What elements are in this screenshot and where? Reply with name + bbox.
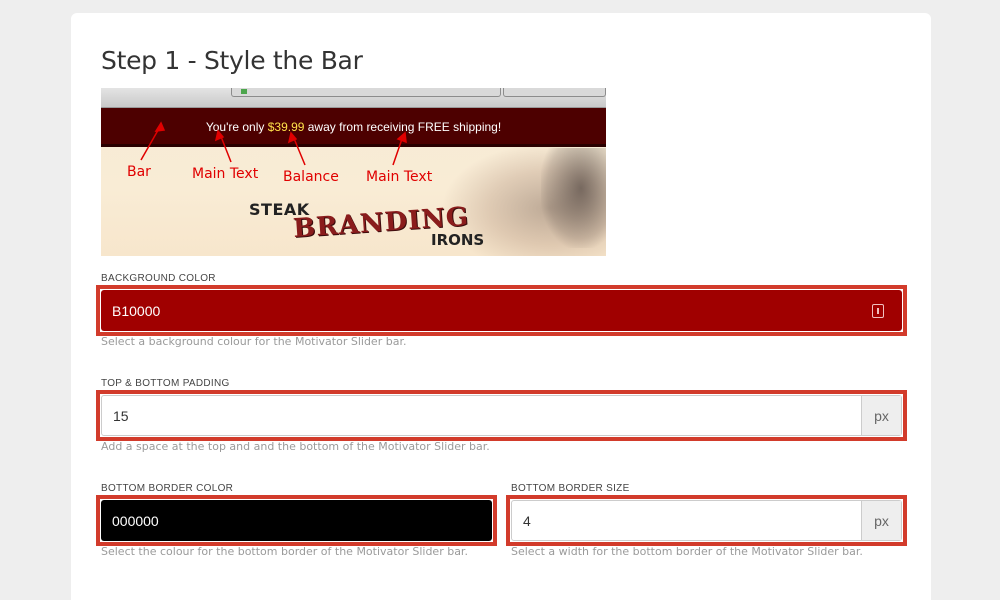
border-size-label: BOTTOM BORDER SIZE: [511, 483, 630, 494]
page-title: Step 1 - Style the Bar: [101, 46, 363, 75]
background-color-help: Select a background colour for the Motiv…: [101, 335, 407, 348]
preview-image: You're only $39.99 away from receiving F…: [101, 88, 606, 256]
border-size-unit: px: [861, 501, 901, 540]
logo-irons: IRONS: [431, 231, 485, 249]
border-color-input[interactable]: 000000: [101, 500, 492, 541]
color-picker-icon[interactable]: [872, 303, 884, 318]
annotation-bar: Bar: [127, 164, 151, 180]
padding-input[interactable]: 15 px: [101, 395, 902, 436]
annotation-main-text-2: Main Text: [366, 169, 433, 185]
padding-help: Add a space at the top and and the botto…: [101, 440, 490, 453]
border-size-input[interactable]: 4 px: [511, 500, 902, 541]
padding-value: 15: [113, 407, 129, 424]
border-size-help: Select a width for the bottom border of …: [511, 545, 863, 558]
annotation-main-text-1: Main Text: [192, 166, 259, 182]
border-color-label: BOTTOM BORDER COLOR: [101, 483, 234, 494]
padding-unit: px: [861, 396, 901, 435]
background-color-value: B10000: [112, 302, 161, 319]
background-color-input[interactable]: B10000: [101, 290, 902, 331]
background-color-label: BACKGROUND COLOR: [101, 273, 216, 284]
border-color-help: Select the colour for the bottom border …: [101, 545, 468, 558]
border-color-value: 000000: [112, 512, 159, 529]
border-size-value: 4: [523, 512, 531, 529]
padding-label: TOP & BOTTOM PADDING: [101, 378, 230, 389]
annotation-balance: Balance: [283, 169, 339, 185]
